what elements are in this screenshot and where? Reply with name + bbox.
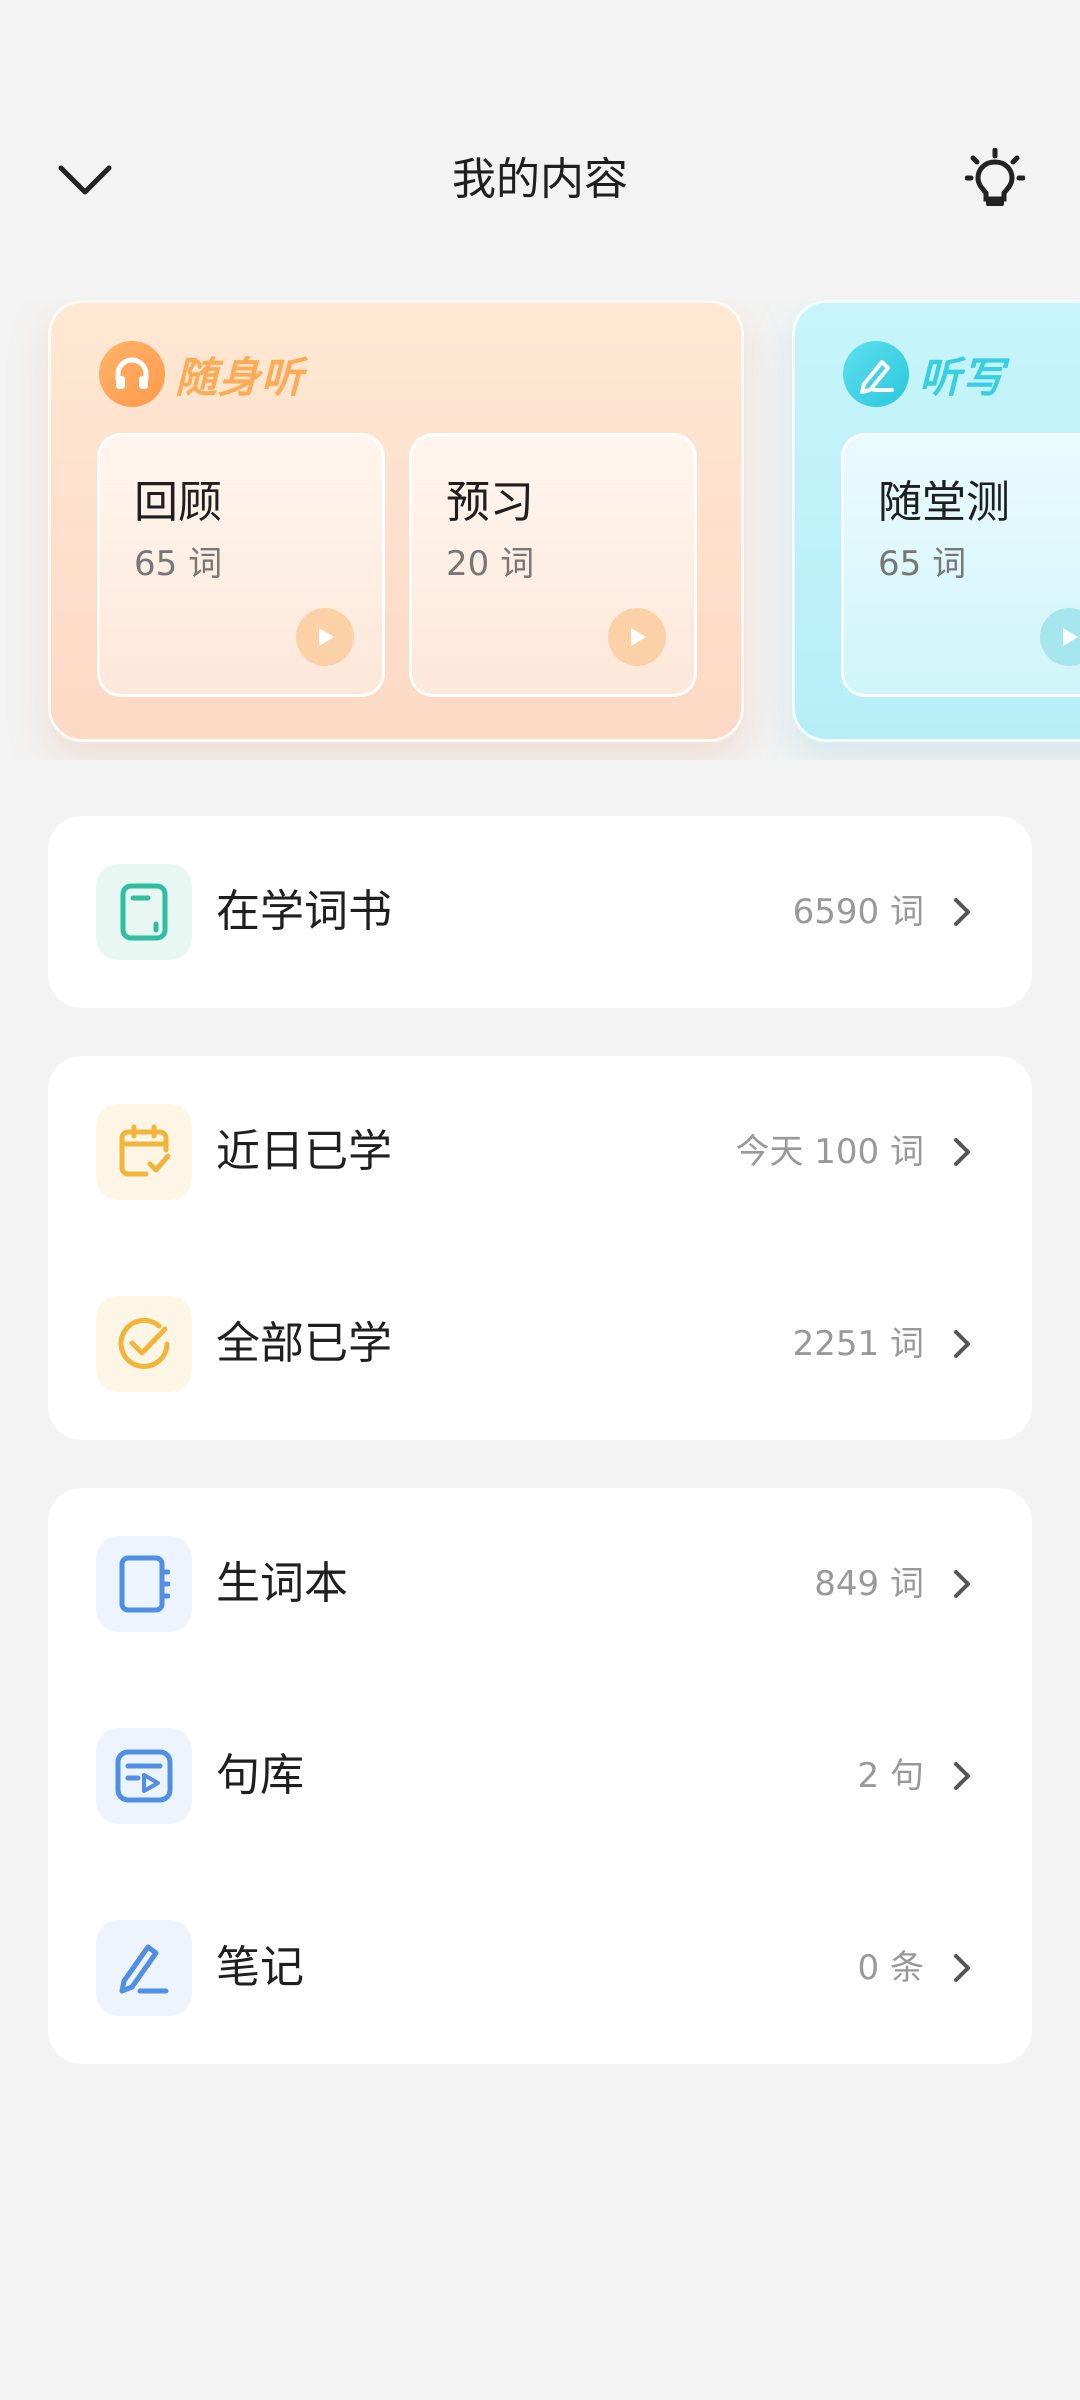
lightbulb-icon [965,148,1025,206]
check-circle-icon [96,1296,192,1392]
chevron-right-icon [944,1566,980,1602]
quiz-tile[interactable]: 随堂测 65 词 [841,433,1080,697]
calendar-check-icon [96,1104,192,1200]
page-title: 我的内容 [452,154,628,205]
play-icon[interactable] [1040,608,1080,666]
quiz-count: 65 词 [878,544,967,584]
preview-label: 预习 [446,477,534,528]
sentence-library-icon [96,1728,192,1824]
play-icon[interactable] [296,608,354,666]
all-learned-label: 全部已学 [216,1318,392,1369]
quiz-label: 随堂测 [878,477,1010,528]
notes-count: 0 条 [857,1948,924,1988]
practice-carousel[interactable]: 随身听 回顾 65 词 预习 20 词 听写 随堂测 65 词 [0,300,1080,760]
chevron-right-icon [944,1134,980,1170]
list-item-vocabulary[interactable]: 生词本 849 词 [48,1488,1032,1680]
wordbook-group: 在学词书 6590 词 [48,816,1032,1008]
recent-learned-label: 近日已学 [216,1126,392,1177]
preview-tile[interactable]: 预习 20 词 [409,433,697,697]
wordbook-label: 在学词书 [216,886,392,937]
chevron-right-icon [944,1950,980,1986]
notebook-icon [96,1536,192,1632]
top-bar: 我的内容 [0,130,1080,230]
dictation-brand: 听写 [919,352,1006,402]
chevron-right-icon [944,1758,980,1794]
preview-count: 20 词 [446,544,535,584]
pencil-icon [843,341,909,407]
vocabulary-count: 849 词 [814,1564,924,1604]
list-item-sentences[interactable]: 句库 2 句 [48,1680,1032,1872]
notes-label: 笔记 [216,1942,304,1993]
chevron-right-icon [944,1326,980,1362]
learned-group: 近日已学 今天 100 词 全部已学 2251 词 [48,1056,1032,1440]
collections-group: 生词本 849 词 句库 2 句 笔记 0 条 [48,1488,1032,2064]
book-icon [96,864,192,960]
listen-card-header: 随身听 [99,339,304,409]
list-item-notes[interactable]: 笔记 0 条 [48,1872,1032,2064]
list-item-all-learned[interactable]: 全部已学 2251 词 [48,1248,1032,1440]
review-count: 65 词 [134,544,223,584]
vocabulary-label: 生词本 [216,1558,348,1609]
list-item-wordbook[interactable]: 在学词书 6590 词 [48,816,1032,1008]
listen-card[interactable]: 随身听 回顾 65 词 预习 20 词 [48,300,744,742]
review-label: 回顾 [134,477,222,528]
pen-icon [96,1920,192,2016]
list-item-recent-learned[interactable]: 近日已学 今天 100 词 [48,1056,1032,1248]
review-tile[interactable]: 回顾 65 词 [97,433,385,697]
tips-button[interactable] [955,140,1035,220]
chevron-right-icon [944,894,980,930]
sentences-label: 句库 [216,1750,304,1801]
all-learned-count: 2251 词 [792,1324,924,1364]
wordbook-count: 6590 词 [792,892,924,932]
headphones-icon [99,341,165,407]
listen-brand: 随身听 [175,352,305,402]
play-icon[interactable] [608,608,666,666]
dictation-card[interactable]: 听写 随堂测 65 词 [792,300,1080,742]
recent-learned-count: 今天 100 词 [735,1132,924,1172]
sentences-count: 2 句 [857,1756,924,1796]
dictation-card-header: 听写 [843,339,1005,409]
